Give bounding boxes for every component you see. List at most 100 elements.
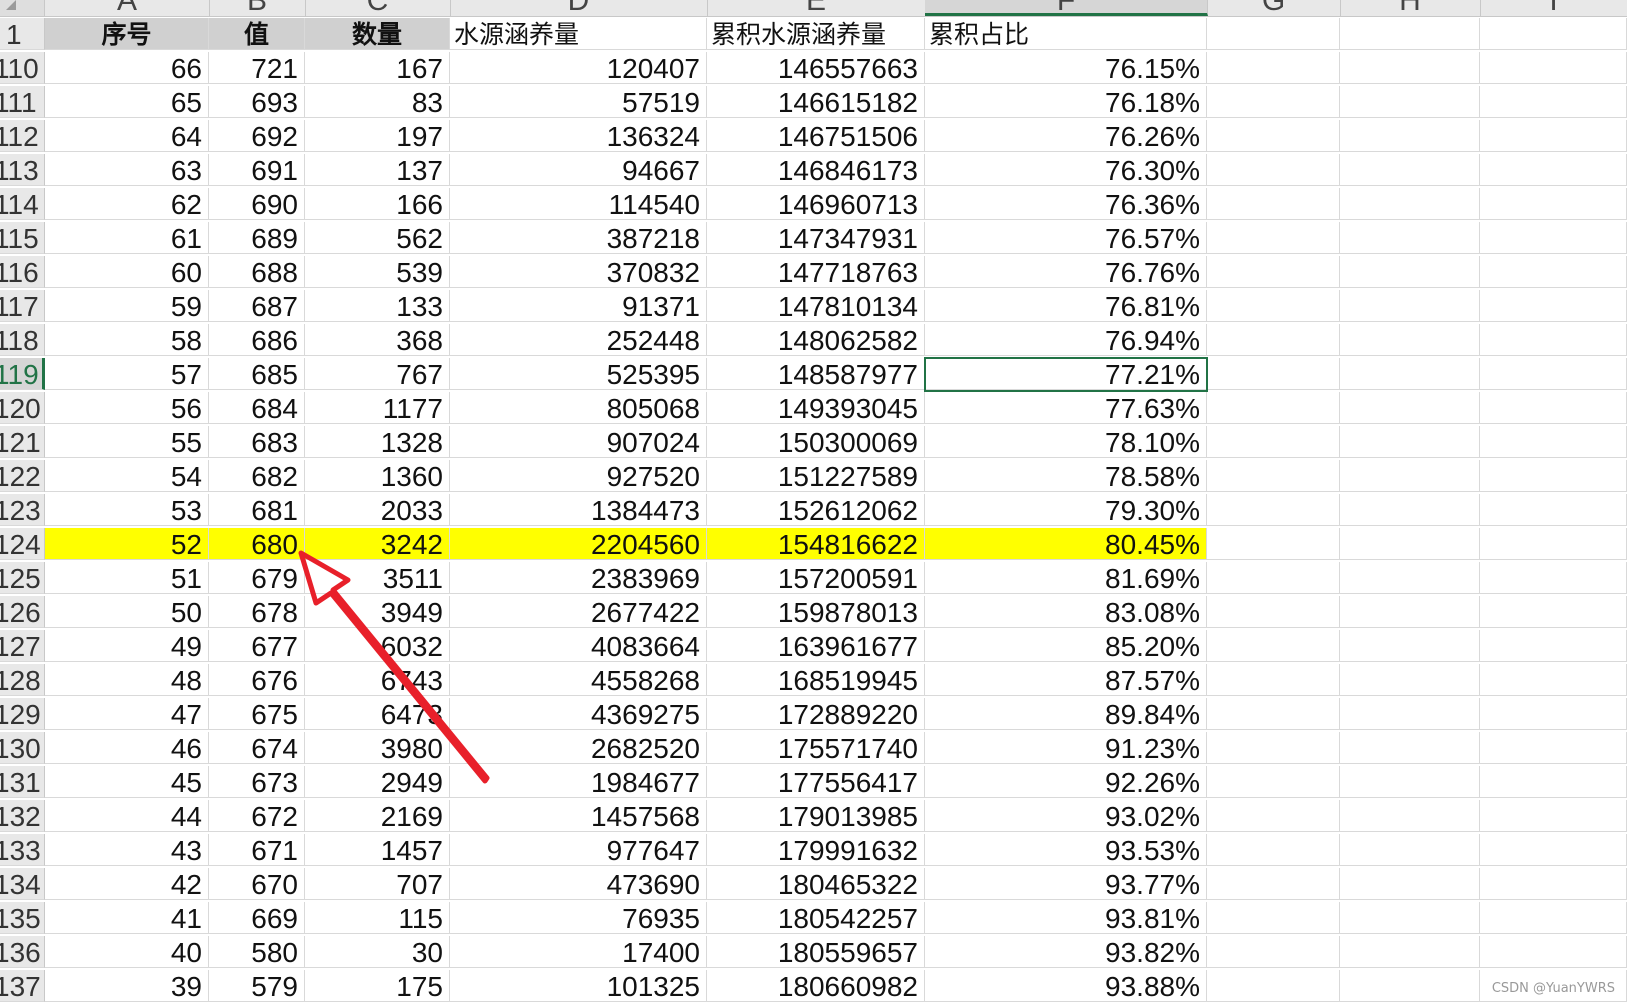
empty-cell[interactable] (1480, 868, 1627, 900)
cell-e[interactable]: 180559657 (707, 936, 925, 968)
row-number[interactable]: 121 (0, 426, 45, 458)
cell-d[interactable]: 525395 (450, 358, 707, 390)
cell-b[interactable]: 681 (209, 494, 305, 526)
cell-a[interactable]: 49 (45, 630, 209, 662)
empty-cell[interactable] (1480, 120, 1627, 152)
cell-d[interactable]: 387218 (450, 222, 707, 254)
cell-d[interactable]: 805068 (450, 392, 707, 424)
cell-e[interactable]: 152612062 (707, 494, 925, 526)
empty-cell[interactable] (1480, 86, 1627, 118)
cell-d[interactable]: 120407 (450, 52, 707, 84)
cell-e[interactable]: 154816622 (707, 528, 925, 560)
cell-f[interactable]: 93.53% (925, 834, 1207, 866)
empty-cell[interactable] (1480, 834, 1627, 866)
row-number[interactable]: 127 (0, 630, 45, 662)
empty-cell[interactable] (1480, 630, 1627, 662)
cell-f[interactable]: 76.30% (925, 154, 1207, 186)
cell-f[interactable]: 76.15% (925, 52, 1207, 84)
empty-cell[interactable] (1207, 732, 1340, 764)
cell-e[interactable]: 157200591 (707, 562, 925, 594)
cell-a[interactable]: 55 (45, 426, 209, 458)
cell-b[interactable]: 679 (209, 562, 305, 594)
cell-d[interactable]: 57519 (450, 86, 707, 118)
cell-c[interactable]: 6032 (305, 630, 450, 662)
row-number[interactable]: 128 (0, 664, 45, 696)
empty-cell[interactable] (1207, 460, 1340, 492)
cell-f[interactable]: 78.58% (925, 460, 1207, 492)
column-header-f[interactable]: F (925, 0, 1208, 16)
cell-c[interactable]: 368 (305, 324, 450, 356)
cell-c[interactable]: 539 (305, 256, 450, 288)
empty-cell[interactable] (1480, 800, 1627, 832)
empty-cell[interactable] (1207, 358, 1340, 390)
cell-a[interactable]: 65 (45, 86, 209, 118)
cell-b[interactable]: 688 (209, 256, 305, 288)
cell-b[interactable]: 691 (209, 154, 305, 186)
cell-f[interactable]: 93.02% (925, 800, 1207, 832)
empty-cell[interactable] (1340, 664, 1480, 696)
empty-cell[interactable] (1207, 698, 1340, 730)
header-cum-ratio[interactable]: 累积占比 (925, 18, 1207, 50)
row-number[interactable]: 136 (0, 936, 45, 968)
cell-f[interactable]: 76.36% (925, 188, 1207, 220)
header-water[interactable]: 水源涵养量 (450, 18, 707, 50)
cell-e[interactable]: 179991632 (707, 834, 925, 866)
cell-e[interactable]: 148587977 (707, 358, 925, 390)
cell-a[interactable]: 61 (45, 222, 209, 254)
column-header-g[interactable]: G (1207, 0, 1341, 16)
cell-b[interactable]: 684 (209, 392, 305, 424)
cell-d[interactable]: 1384473 (450, 494, 707, 526)
cell-d[interactable]: 2204560 (450, 528, 707, 560)
cell-b[interactable]: 675 (209, 698, 305, 730)
cell-d[interactable]: 17400 (450, 936, 707, 968)
cell-a[interactable]: 58 (45, 324, 209, 356)
cell-c[interactable]: 115 (305, 902, 450, 934)
empty-cell[interactable] (1207, 494, 1340, 526)
row-number[interactable]: 118 (0, 324, 45, 356)
empty-cell[interactable] (1207, 86, 1340, 118)
empty-cell[interactable] (1207, 834, 1340, 866)
cell-d[interactable]: 101325 (450, 970, 707, 1002)
column-header-d[interactable]: D (450, 0, 708, 16)
header-cum-water[interactable]: 累积水源涵养量 (707, 18, 925, 50)
empty-cell[interactable] (1340, 256, 1480, 288)
empty-cell[interactable] (1340, 936, 1480, 968)
empty-cell[interactable] (1207, 188, 1340, 220)
cell-e[interactable]: 148062582 (707, 324, 925, 356)
row-number[interactable]: 115 (0, 222, 45, 254)
cell-f[interactable]: 89.84% (925, 698, 1207, 730)
empty-cell[interactable] (1480, 494, 1627, 526)
cell-b[interactable]: 673 (209, 766, 305, 798)
column-header-h[interactable]: H (1340, 0, 1481, 16)
cell-c[interactable]: 2949 (305, 766, 450, 798)
empty-cell[interactable] (1207, 562, 1340, 594)
cell-d[interactable]: 114540 (450, 188, 707, 220)
empty-cell[interactable] (1340, 902, 1480, 934)
cell-f[interactable]: 77.21% (925, 358, 1207, 390)
empty-cell[interactable] (1480, 392, 1627, 424)
column-header-b[interactable]: B (209, 0, 306, 16)
row-number[interactable]: 134 (0, 868, 45, 900)
empty-cell[interactable] (1340, 154, 1480, 186)
cell-e[interactable]: 179013985 (707, 800, 925, 832)
cell-e[interactable]: 180465322 (707, 868, 925, 900)
empty-cell[interactable] (1340, 52, 1480, 84)
cell-c[interactable]: 1177 (305, 392, 450, 424)
cell-d[interactable]: 907024 (450, 426, 707, 458)
cell-f[interactable]: 76.76% (925, 256, 1207, 288)
cell-e[interactable]: 146615182 (707, 86, 925, 118)
cell-b[interactable]: 721 (209, 52, 305, 84)
cell-e[interactable]: 146557663 (707, 52, 925, 84)
cell-c[interactable]: 133 (305, 290, 450, 322)
empty-cell[interactable] (1207, 120, 1340, 152)
empty-cell[interactable] (1480, 324, 1627, 356)
cell-b[interactable]: 579 (209, 970, 305, 1002)
cell-c[interactable]: 2169 (305, 800, 450, 832)
empty-cell[interactable] (1480, 358, 1627, 390)
cell-c[interactable]: 6743 (305, 664, 450, 696)
cell-c[interactable]: 1457 (305, 834, 450, 866)
empty-cell[interactable] (1207, 52, 1340, 84)
empty-cell[interactable] (1207, 800, 1340, 832)
empty-cell[interactable] (1480, 426, 1627, 458)
empty-cell[interactable] (1340, 120, 1480, 152)
